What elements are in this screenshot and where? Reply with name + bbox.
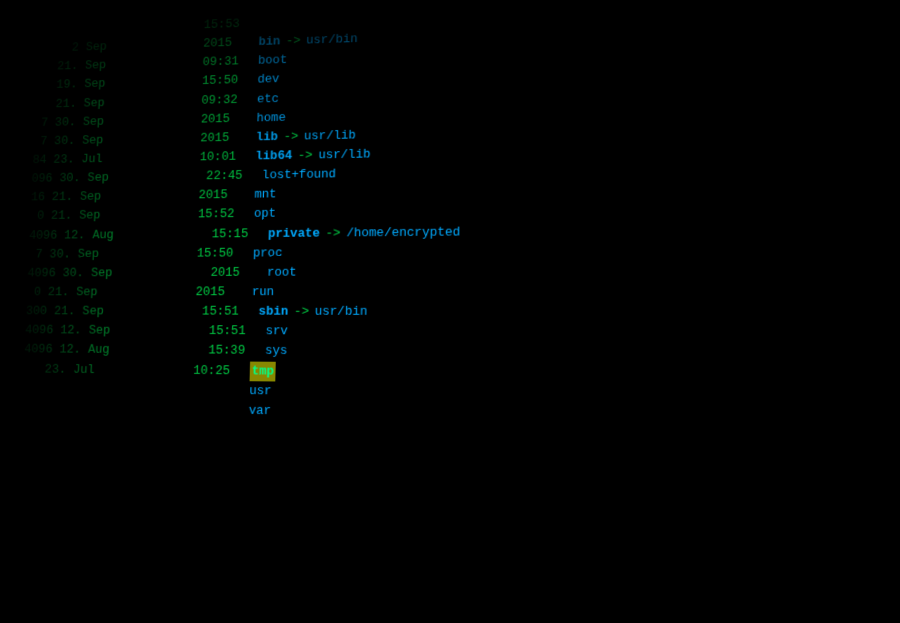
file-name: lost+found <box>262 165 336 185</box>
file-name: usr <box>249 381 272 401</box>
file-name: bin <box>258 32 280 52</box>
table-row: 4096 30.Sep2015root <box>27 260 900 283</box>
col-time: 2015 <box>198 185 254 205</box>
col-time: 2015 <box>195 282 252 302</box>
col-num: 7 30. <box>34 113 84 133</box>
file-name: lib64 <box>255 146 292 166</box>
col-num: 19. <box>35 75 85 95</box>
col-date: Aug <box>92 224 212 244</box>
col-num: 0 21. <box>26 283 76 302</box>
col-time: 2015 <box>203 33 259 54</box>
col-num: 096 30. <box>31 169 88 189</box>
col-time: 09:31 <box>202 52 258 72</box>
table-row: 300 21.Sep15:51sbin->usr/bin <box>26 302 900 324</box>
file-name: proc <box>253 243 283 263</box>
col-date: Sep <box>87 167 206 188</box>
col-num: 4096 12. <box>25 321 89 340</box>
col-date: Sep <box>91 263 211 283</box>
file-name: var <box>249 401 272 421</box>
col-num: 21. <box>36 57 85 77</box>
col-num: 7 30. <box>33 131 83 151</box>
table-row: 0 21.Sep2015run <box>26 281 900 302</box>
link-target: usr/bin <box>314 302 367 322</box>
col-time <box>192 413 249 414</box>
link-target: /home/encrypted <box>346 222 460 243</box>
col-date <box>86 28 203 32</box>
col-time: 15:53 <box>204 14 260 35</box>
col-num <box>38 32 87 34</box>
arrow: -> <box>280 31 306 51</box>
terminal-window: 15:532Sep2015bin->usr/bin21.Sep09:31boot… <box>14 0 900 623</box>
col-num: 4096 30. <box>27 264 91 283</box>
col-time: 2015 <box>210 263 267 283</box>
file-name: dev <box>257 70 279 90</box>
arrow: -> <box>292 146 319 166</box>
col-date: Jul <box>73 360 194 381</box>
col-num: 23. <box>23 359 74 379</box>
col-date: Aug <box>88 341 209 361</box>
col-num: 16 21. <box>30 188 80 207</box>
col-date: Sep <box>82 302 202 322</box>
col-time: 15:39 <box>208 341 265 361</box>
col-num: 4096 12. <box>29 226 93 245</box>
col-date: Sep <box>77 244 197 264</box>
file-name: run <box>252 282 275 302</box>
col-time: 15:50 <box>197 243 254 263</box>
col-time <box>193 393 250 394</box>
col-time: 2015 <box>200 128 256 148</box>
col-date <box>72 411 192 413</box>
file-name: home <box>256 108 286 128</box>
col-num: 7 30. <box>28 245 78 264</box>
file-name: lib <box>256 127 278 147</box>
col-date: Sep <box>76 283 196 302</box>
file-name: mnt <box>254 185 277 205</box>
col-time: 09:32 <box>201 90 257 110</box>
col-time: 15:51 <box>209 322 266 342</box>
col-date: Jul <box>81 148 200 169</box>
file-name: opt <box>254 204 277 224</box>
terminal-content: 15:532Sep2015bin->usr/bin21.Sep09:31boot… <box>14 0 900 623</box>
col-time: 15:51 <box>202 302 259 322</box>
file-name: private <box>268 223 320 243</box>
file-name: tmp <box>250 361 277 381</box>
file-name: sys <box>265 341 288 361</box>
link-target: usr/lib <box>318 145 371 165</box>
col-num <box>22 411 72 412</box>
col-num <box>23 391 73 392</box>
file-name: etc <box>257 89 279 109</box>
file-name: root <box>267 263 297 283</box>
file-name: sbin <box>258 302 288 322</box>
col-num: 21. <box>34 94 84 114</box>
col-time: 15:15 <box>211 224 268 244</box>
link-target: usr/lib <box>304 126 356 146</box>
col-date: Sep <box>82 129 201 150</box>
col-time: 2015 <box>201 109 257 129</box>
arrow: -> <box>278 127 304 147</box>
link-target: usr/bin <box>306 30 358 51</box>
col-date: Sep <box>80 186 199 207</box>
col-num: 4096 12. <box>24 340 88 360</box>
file-name: boot <box>258 51 288 71</box>
file-name: srv <box>265 322 288 342</box>
col-date: Sep <box>88 321 209 341</box>
col-time: 10:01 <box>199 147 255 167</box>
col-date: Sep <box>83 110 202 131</box>
col-date: Sep <box>79 205 198 225</box>
col-time: 22:45 <box>206 166 262 186</box>
col-num: 84 23. <box>32 150 82 170</box>
col-time: 10:25 <box>193 361 250 381</box>
arrow: -> <box>320 223 347 243</box>
col-num: 300 21. <box>26 302 83 321</box>
col-num: 2 <box>37 38 86 58</box>
col-time: 15:50 <box>202 71 258 91</box>
arrow: -> <box>288 302 315 322</box>
col-date <box>72 392 192 393</box>
col-time: 15:52 <box>198 205 255 225</box>
col-num: 0 21. <box>30 207 80 226</box>
